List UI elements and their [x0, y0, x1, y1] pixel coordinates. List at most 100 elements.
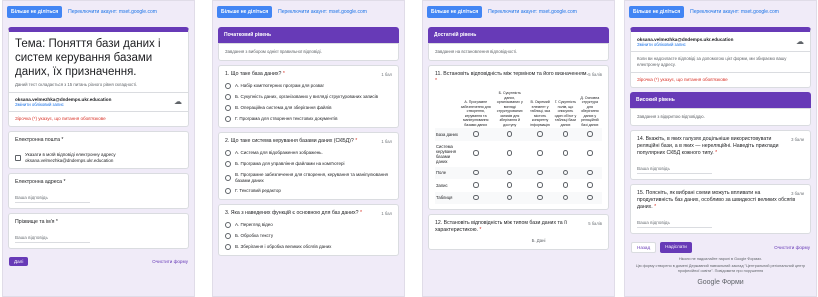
option-label: В. Зберігання і обробка великих обсягів … — [235, 244, 332, 250]
top-bar: Більше не діліться Переключити акаунт: m… — [625, 1, 816, 23]
grid-row-label: Запис — [436, 182, 448, 188]
option-radio[interactable]: А. Набір комп'ютерних програм для розваг — [225, 83, 392, 89]
radio-button[interactable] — [225, 150, 231, 156]
radio-button[interactable] — [225, 222, 231, 228]
clear-form-button[interactable]: Очистити форму — [774, 245, 810, 250]
answer-input[interactable]: Ваша відповідь — [15, 235, 90, 243]
grid-radio[interactable] — [537, 169, 543, 175]
radio-button[interactable] — [225, 116, 231, 122]
required-note: Зірочка (*) указує, що питання обов'язко… — [637, 77, 728, 82]
grid-radio[interactable] — [537, 131, 543, 137]
option-radio[interactable]: В. Програмне забезпечення для створення,… — [225, 172, 392, 183]
grid-radio[interactable] — [473, 131, 479, 137]
grid-radio[interactable] — [562, 131, 569, 137]
radio-button[interactable] — [225, 174, 231, 181]
radio-button[interactable] — [225, 244, 231, 250]
option-label: Г. Програма для створення текстових доку… — [235, 116, 338, 122]
grid-radio[interactable] — [506, 131, 513, 137]
question-2-card: 1 бал 2. Що таке система керування базами… — [218, 132, 399, 200]
required-note: Зірочка (*) указує, що питання обов'язко… — [15, 116, 106, 121]
next-button[interactable]: Далі — [9, 257, 29, 266]
grid-radio[interactable] — [587, 169, 593, 175]
option-radio[interactable]: Г. Текстовий редактор — [225, 188, 392, 194]
radio-button[interactable] — [225, 94, 231, 100]
grid-row-label: Система керування базами даних — [436, 143, 456, 164]
grid-radio[interactable] — [562, 150, 569, 156]
checkbox[interactable] — [15, 154, 21, 161]
question-address-card: Електронна адреса * Ваша відповідь — [8, 173, 189, 209]
switch-account-link[interactable]: Змінити обліковий запис — [15, 102, 182, 107]
email-checkbox-option[interactable]: Указати в моїй відповіді електронну адре… — [15, 152, 182, 163]
option-radio[interactable]: Б. Обробка тексту — [225, 233, 392, 239]
grid-radio[interactable] — [473, 182, 479, 188]
switch-account-link[interactable]: Переключити акаунт: mset.google.com — [278, 9, 367, 15]
answer-input[interactable]: Ваша відповідь — [637, 166, 712, 174]
submit-button[interactable]: Надіслати — [660, 242, 692, 253]
top-bar: Більше не діліться Переключити акаунт: m… — [3, 1, 194, 23]
points-label: 3 бали — [791, 191, 804, 196]
grid-radio[interactable] — [506, 169, 513, 175]
grid-column-header: А. Програмне забезпечення для створення,… — [460, 100, 491, 127]
answer-input[interactable]: Ваша відповідь — [637, 220, 712, 228]
stop-sharing-button[interactable]: Більше не діліться — [7, 6, 63, 18]
account-card: ☁ oksana.velmezhka@dndemps.ukr.education… — [630, 27, 811, 88]
radio-button[interactable] — [225, 233, 231, 239]
option-radio[interactable]: А. Перегляд відео — [225, 222, 392, 228]
option-radio[interactable]: А. Система для відображення зображень. — [225, 150, 392, 156]
grid-radio[interactable] — [506, 182, 513, 188]
form-footer: Назад Надіслати Очистити форму — [625, 238, 816, 257]
checkbox-label: Указати в моїй відповіді електронну адре… — [25, 152, 116, 163]
radio-button[interactable] — [225, 161, 231, 167]
grid-radio[interactable] — [537, 150, 543, 156]
radio-button[interactable] — [225, 83, 231, 89]
section-description-card: Завдання з вибором однієї правильної від… — [218, 43, 399, 61]
stop-sharing-button[interactable]: Більше не діліться — [427, 6, 483, 18]
google-forms-logo: Google Форми — [697, 279, 744, 286]
option-radio[interactable]: Б. Програма для управління файлами на ко… — [225, 161, 392, 167]
question-14-card: 3 бали 14. Вкажіть, в яких галузях доціль… — [630, 130, 811, 180]
grid-row-label: Таблиця — [435, 191, 459, 204]
form-title: Тема: Поняття бази даних і систем керува… — [15, 38, 161, 78]
section-description: Завдання на встановлення відповідності. — [435, 49, 518, 54]
grid-radio[interactable] — [562, 182, 569, 188]
question-15-card: 3 бали 15. Поясніть, як вибрані схеми мож… — [630, 184, 811, 234]
grid-column-header: Г. Сукупність полів, що описують один об… — [554, 100, 577, 127]
switch-account-link[interactable]: Змінити обліковий запис — [637, 42, 804, 47]
question-1-card: 1 бал 1. Що таке база даних? * А. Набір к… — [218, 65, 399, 128]
form-header-card: Тема: Поняття бази даних і систем керува… — [8, 27, 189, 127]
stop-sharing-button[interactable]: Більше не діліться — [629, 6, 685, 18]
grid-radio[interactable] — [537, 194, 543, 200]
grid-radio[interactable] — [506, 194, 513, 200]
back-button[interactable]: Назад — [631, 242, 657, 253]
password-warning: Ніколи не надсилайте паролі в Google Фор… — [678, 257, 763, 261]
grid-radio[interactable] — [473, 169, 479, 175]
option-label: А. Набір комп'ютерних програм для розваг — [235, 83, 325, 89]
grid-radio[interactable] — [506, 150, 513, 156]
grid-radio[interactable] — [473, 150, 479, 156]
grid-radio[interactable] — [562, 194, 569, 200]
grid-radio[interactable] — [587, 150, 593, 156]
grid-radio[interactable] — [537, 182, 543, 188]
domain-notice: Цю форму створено в домені Державний нав… — [635, 264, 806, 273]
radio-button[interactable] — [225, 105, 231, 111]
grid-radio[interactable] — [473, 194, 479, 200]
option-radio[interactable]: В. Зберігання і обробка великих обсягів … — [225, 244, 392, 250]
switch-account-link[interactable]: Переключити акаунт: mset.google.com — [690, 9, 779, 15]
question-title: Прізвище та ім'я * — [15, 219, 58, 225]
grid-radio[interactable] — [587, 194, 593, 200]
grid-radio[interactable] — [587, 131, 593, 137]
radio-button[interactable] — [225, 188, 231, 194]
option-radio[interactable]: Г. Програма для створення текстових доку… — [225, 116, 392, 122]
clear-form-button[interactable]: Очистити форму — [152, 259, 188, 264]
switch-account-link[interactable]: Переключити акаунт: mset.google.com — [488, 9, 577, 15]
switch-account-link[interactable]: Переключити акаунт: mset.google.com — [68, 9, 157, 15]
stop-sharing-button[interactable]: Більше не діліться — [217, 6, 273, 18]
option-radio[interactable]: В. Операційна система для зберігання фай… — [225, 105, 392, 111]
section-description-card: Завдання з відкритою відповіддю. — [630, 108, 811, 126]
option-radio[interactable]: Б. Сукупність даних, організованих у виг… — [225, 94, 392, 100]
answer-input[interactable]: Ваша відповідь — [15, 195, 90, 203]
grid-radio[interactable] — [562, 169, 569, 175]
cloud-save-icon: ☁ — [174, 97, 182, 106]
grid-radio[interactable] — [587, 182, 593, 188]
points-label: 5 балів — [588, 72, 602, 77]
